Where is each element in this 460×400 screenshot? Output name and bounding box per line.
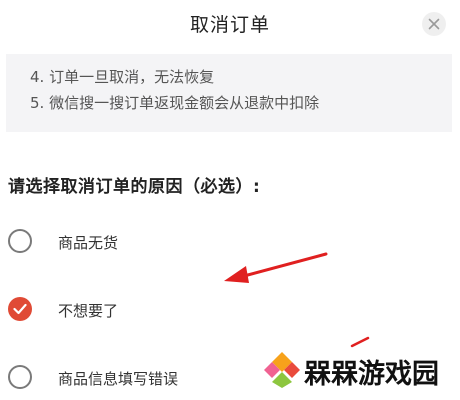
check-icon — [13, 303, 27, 315]
option-label: 商品无货 — [58, 234, 119, 252]
close-icon — [428, 18, 440, 30]
notice-line: 4. 订单一旦取消，无法恢复 — [30, 68, 215, 86]
notice-line: 5. 微信搜一搜订单返现金额会从退款中扣除 — [30, 94, 320, 112]
reason-section-title: 请选择取消订单的原因（必选）: — [8, 177, 261, 197]
reason-option-out-of-stock[interactable]: 商品无货 — [8, 228, 308, 258]
radio-button[interactable] — [8, 229, 32, 253]
option-label: 不想要了 — [58, 302, 119, 320]
option-label: 商品信息填写错误 — [58, 370, 179, 388]
dialog-header: 取消订单 — [0, 0, 460, 54]
reason-option-info-error[interactable]: 商品信息填写错误 — [8, 364, 308, 394]
watermark-text: 槑槑游戏园 — [304, 359, 439, 390]
radio-button-checked[interactable] — [8, 297, 32, 321]
notice-box: 4. 订单一旦取消，无法恢复 5. 微信搜一搜订单返现金额会从退款中扣除 — [6, 54, 452, 132]
dialog-title: 取消订单 — [189, 14, 270, 36]
reason-option-dont-want[interactable]: 不想要了 — [8, 296, 308, 326]
radio-button[interactable] — [8, 365, 32, 389]
close-button[interactable] — [422, 12, 446, 36]
